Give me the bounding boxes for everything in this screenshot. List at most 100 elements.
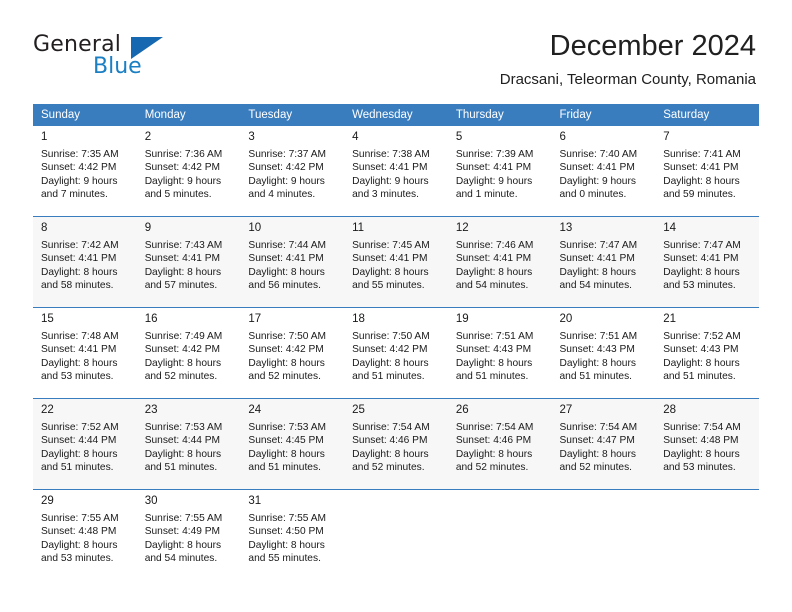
day-cell-content: 30 Sunrise: 7:55 AM Sunset: 4:49 PM Dayligh… bbox=[137, 490, 241, 580]
day-cell-content bbox=[655, 490, 759, 580]
calendar-day-cell[interactable]: 5 Sunrise: 7:39 AM Sunset: 4:41 PM Daylight… bbox=[447, 126, 552, 217]
day-number: 2 bbox=[144, 131, 152, 143]
day-cell-content: 15 Sunrise: 7:48 AM Sunset: 4:41 PM Dayligh… bbox=[33, 308, 137, 398]
calendar-day-cell[interactable]: 26 Sunrise: 7:54 AM Sunset: 4:46 PM Dayligh… bbox=[447, 398, 552, 490]
daylight-duration-line1: Daylight: 8 hours bbox=[248, 357, 325, 369]
calendar-day-cell[interactable]: 25 Sunrise: 7:54 AM Sunset: 4:46 PM Dayligh… bbox=[344, 398, 448, 490]
calendar-day-cell[interactable]: 8 Sunrise: 7:42 AM Sunset: 4:41 PM Daylight… bbox=[33, 216, 137, 308]
daylight-duration-line2: and 55 minutes. bbox=[248, 553, 321, 565]
daylight-duration-line1: Daylight: 8 hours bbox=[352, 448, 429, 460]
calendar-day-cell[interactable]: 21 Sunrise: 7:52 AM Sunset: 4:43 PM Dayligh… bbox=[655, 307, 759, 399]
daylight-duration-line2: and 52 minutes. bbox=[559, 462, 633, 474]
day-number: 29 bbox=[41, 495, 54, 507]
calendar-day-cell[interactable]: 23 Sunrise: 7:53 AM Sunset: 4:44 PM Dayligh… bbox=[136, 398, 241, 490]
calendar-day-cell[interactable]: 24 Sunrise: 7:53 AM Sunset: 4:45 PM Dayligh… bbox=[240, 398, 345, 490]
day-number: 26 bbox=[455, 404, 469, 416]
calendar-day-cell[interactable]: 11 Sunrise: 7:45 AM Sunset: 4:41 PM Dayligh… bbox=[344, 216, 448, 308]
calendar-day-cell[interactable]: 14 Sunrise: 7:47 AM Sunset: 4:41 PM Dayligh… bbox=[655, 216, 759, 308]
logo-text-general: General bbox=[33, 32, 122, 57]
weekday-header-saturday: Saturday bbox=[655, 104, 759, 126]
calendar-day-cell[interactable]: 20 Sunrise: 7:51 AM Sunset: 4:43 PM Dayligh… bbox=[551, 307, 656, 399]
sunrise-time: Sunrise: 7:40 AM bbox=[559, 149, 638, 160]
calendar-body: 1 Sunrise: 7:35 AM Sunset: 4:42 PM Daylight… bbox=[33, 126, 759, 580]
weekday-header-friday: Friday bbox=[551, 104, 656, 126]
calendar-week-row: 8 Sunrise: 7:42 AM Sunset: 4:41 PM Daylight… bbox=[33, 216, 759, 308]
day-cell-content: 26 Sunrise: 7:54 AM Sunset: 4:46 PM Dayligh… bbox=[448, 399, 552, 489]
daylight-duration-line2: and 55 minutes. bbox=[352, 280, 425, 292]
calendar-day-cell[interactable]: 12 Sunrise: 7:46 AM Sunset: 4:41 PM Dayligh… bbox=[447, 216, 552, 308]
calendar-week-row: 1 Sunrise: 7:35 AM Sunset: 4:42 PM Daylight… bbox=[33, 126, 759, 217]
calendar-week-row: 15 Sunrise: 7:48 AM Sunset: 4:41 PM Dayligh… bbox=[33, 307, 759, 399]
sunrise-time: Sunrise: 7:39 AM bbox=[455, 149, 534, 160]
sunrise-time: Sunrise: 7:55 AM bbox=[41, 513, 119, 524]
daylight-duration-line2: and 52 minutes. bbox=[455, 462, 529, 474]
daylight-duration-line1: Daylight: 8 hours bbox=[559, 266, 636, 278]
daylight-duration-line1: Daylight: 9 hours bbox=[144, 175, 222, 187]
daylight-duration-line2: and 53 minutes. bbox=[663, 462, 736, 474]
calendar-day-cell[interactable]: 18 Sunrise: 7:50 AM Sunset: 4:42 PM Dayligh… bbox=[344, 307, 448, 399]
daylight-duration-line2: and 53 minutes. bbox=[663, 280, 736, 292]
calendar-day-cell[interactable]: 29 Sunrise: 7:55 AM Sunset: 4:48 PM Dayligh… bbox=[33, 489, 137, 580]
calendar-day-cell[interactable]: 7 Sunrise: 7:41 AM Sunset: 4:41 PM Daylight… bbox=[655, 126, 759, 217]
calendar-day-cell[interactable]: 31 Sunrise: 7:55 AM Sunset: 4:50 PM Dayligh… bbox=[240, 489, 345, 580]
sunset-time: Sunset: 4:46 PM bbox=[352, 435, 428, 447]
calendar-day-cell[interactable]: 6 Sunrise: 7:40 AM Sunset: 4:41 PM Daylight… bbox=[551, 126, 656, 217]
calendar-day-cell[interactable]: 15 Sunrise: 7:48 AM Sunset: 4:41 PM Dayligh… bbox=[33, 307, 137, 399]
sunrise-sunset-calendar: Sunday Monday Tuesday Wednesday Thursday… bbox=[33, 104, 759, 580]
daylight-duration-line2: and 1 minute. bbox=[455, 189, 518, 201]
calendar-day-cell[interactable]: 10 Sunrise: 7:44 AM Sunset: 4:41 PM Dayligh… bbox=[240, 216, 345, 308]
day-cell-content: 23 Sunrise: 7:53 AM Sunset: 4:44 PM Dayligh… bbox=[137, 399, 241, 489]
sunrise-time: Sunrise: 7:47 AM bbox=[663, 240, 741, 251]
sunrise-time: Sunrise: 7:36 AM bbox=[144, 149, 223, 160]
day-cell-content: 14 Sunrise: 7:47 AM Sunset: 4:41 PM Dayligh… bbox=[655, 217, 759, 307]
daylight-duration-line1: Daylight: 8 hours bbox=[663, 266, 740, 278]
daylight-duration-line2: and 51 minutes. bbox=[144, 462, 218, 474]
sunset-time: Sunset: 4:47 PM bbox=[559, 435, 635, 447]
calendar-day-cell[interactable]: 30 Sunrise: 7:55 AM Sunset: 4:49 PM Dayligh… bbox=[136, 489, 241, 580]
calendar-day-cell[interactable]: 9 Sunrise: 7:43 AM Sunset: 4:41 PM Daylight… bbox=[136, 216, 241, 308]
calendar-page: General Blue December 2024 Dracsani, Tel… bbox=[0, 0, 792, 612]
day-cell-content: 8 Sunrise: 7:42 AM Sunset: 4:41 PM Daylight… bbox=[33, 217, 137, 307]
calendar-day-cell[interactable]: 1 Sunrise: 7:35 AM Sunset: 4:42 PM Daylight… bbox=[33, 126, 137, 217]
calendar-day-cell[interactable]: 13 Sunrise: 7:47 AM Sunset: 4:41 PM Dayligh… bbox=[551, 216, 656, 308]
calendar-day-cell[interactable]: 17 Sunrise: 7:50 AM Sunset: 4:42 PM Dayligh… bbox=[240, 307, 345, 399]
weekday-header-thursday: Thursday bbox=[447, 104, 552, 126]
sunset-time: Sunset: 4:41 PM bbox=[248, 253, 324, 265]
calendar-day-cell[interactable]: 3 Sunrise: 7:37 AM Sunset: 4:42 PM Daylight… bbox=[240, 126, 345, 217]
day-number: 6 bbox=[559, 131, 566, 143]
sunrise-time: Sunrise: 7:50 AM bbox=[248, 331, 326, 342]
sunrise-time: Sunrise: 7:48 AM bbox=[41, 331, 119, 342]
day-cell-content: 22 Sunrise: 7:52 AM Sunset: 4:44 PM Dayligh… bbox=[33, 399, 137, 489]
daylight-duration-line1: Daylight: 8 hours bbox=[144, 448, 222, 460]
day-number: 23 bbox=[144, 404, 158, 416]
day-cell-content: 10 Sunrise: 7:44 AM Sunset: 4:41 PM Dayligh… bbox=[240, 217, 344, 307]
calendar-day-cell[interactable]: 19 Sunrise: 7:51 AM Sunset: 4:43 PM Dayligh… bbox=[447, 307, 552, 399]
sunset-time: Sunset: 4:43 PM bbox=[663, 344, 739, 356]
calendar-day-cell[interactable]: 22 Sunrise: 7:52 AM Sunset: 4:44 PM Dayligh… bbox=[33, 398, 137, 490]
general-blue-logo[interactable]: General Blue bbox=[33, 34, 263, 90]
daylight-duration-line1: Daylight: 8 hours bbox=[144, 357, 222, 369]
day-number: 19 bbox=[455, 313, 469, 325]
daylight-duration-line2: and 51 minutes. bbox=[663, 371, 736, 383]
sunset-time: Sunset: 4:41 PM bbox=[663, 253, 739, 265]
day-cell-content bbox=[552, 490, 656, 580]
calendar-day-cell[interactable]: 28 Sunrise: 7:54 AM Sunset: 4:48 PM Dayligh… bbox=[655, 398, 759, 490]
calendar-day-cell[interactable]: 4 Sunrise: 7:38 AM Sunset: 4:41 PM Daylight… bbox=[344, 126, 448, 217]
day-cell-content: 9 Sunrise: 7:43 AM Sunset: 4:41 PM Daylight… bbox=[137, 217, 241, 307]
daylight-duration-line1: Daylight: 8 hours bbox=[248, 266, 325, 278]
sunset-time: Sunset: 4:41 PM bbox=[144, 253, 221, 265]
sunset-time: Sunset: 4:49 PM bbox=[144, 526, 221, 538]
sunrise-time: Sunrise: 7:44 AM bbox=[248, 240, 326, 251]
daylight-duration-line1: Daylight: 8 hours bbox=[455, 266, 533, 278]
sunset-time: Sunset: 4:42 PM bbox=[144, 344, 221, 356]
page-title: December 2024 bbox=[549, 30, 756, 62]
title-block: December 2024 Dracsani, Teleorman County… bbox=[500, 30, 756, 88]
calendar-day-cell[interactable]: 16 Sunrise: 7:49 AM Sunset: 4:42 PM Dayligh… bbox=[136, 307, 241, 399]
sunrise-time: Sunrise: 7:51 AM bbox=[455, 331, 534, 342]
sunrise-time: Sunrise: 7:41 AM bbox=[663, 149, 741, 160]
sunrise-time: Sunrise: 7:55 AM bbox=[144, 513, 223, 524]
daylight-duration-line1: Daylight: 8 hours bbox=[663, 357, 740, 369]
daylight-duration-line2: and 3 minutes. bbox=[352, 189, 419, 201]
calendar-day-cell[interactable]: 2 Sunrise: 7:36 AM Sunset: 4:42 PM Daylight… bbox=[136, 126, 241, 217]
calendar-day-cell[interactable]: 27 Sunrise: 7:54 AM Sunset: 4:47 PM Dayligh… bbox=[551, 398, 656, 490]
